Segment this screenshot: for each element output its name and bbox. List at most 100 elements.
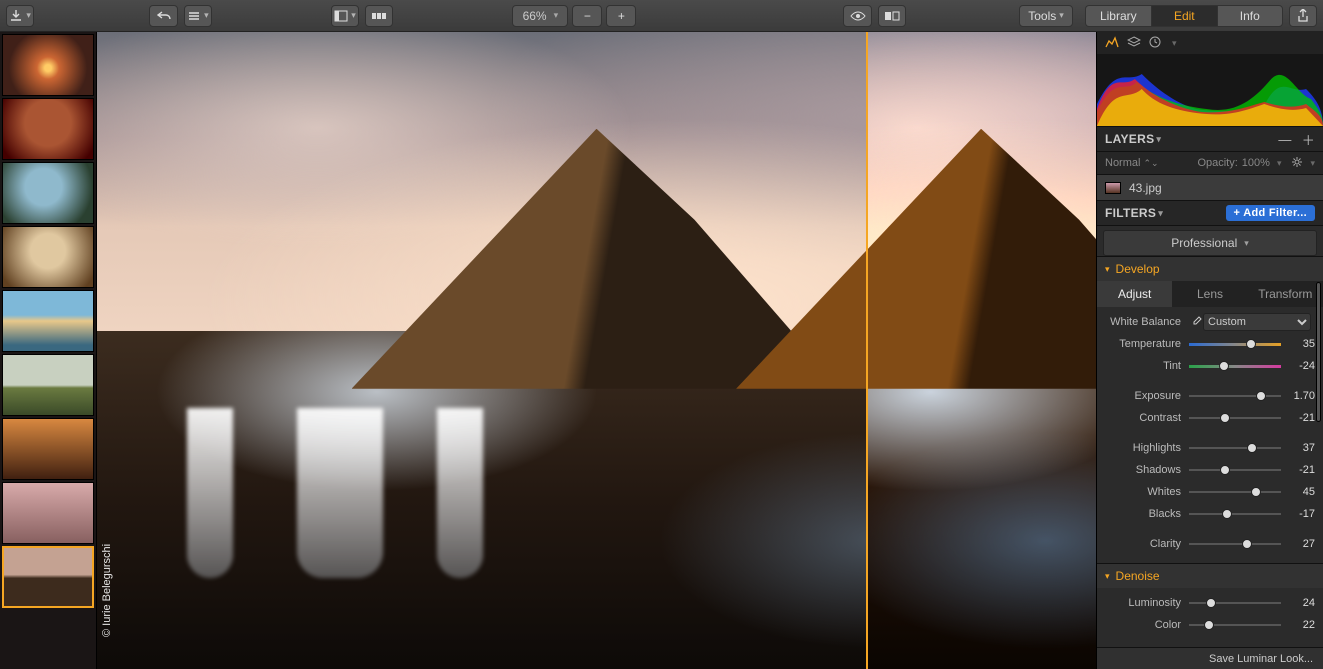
- slider-track[interactable]: [1189, 508, 1281, 520]
- preview-button[interactable]: [843, 5, 871, 27]
- filters-header[interactable]: FILTERS▾ + Add Filter...: [1097, 200, 1323, 226]
- tab-lens[interactable]: Lens: [1172, 281, 1247, 307]
- slider-label: Shadows: [1107, 464, 1189, 476]
- thumbnail-selected[interactable]: [2, 546, 94, 608]
- preset-dropdown[interactable]: Professional▾: [1103, 230, 1317, 256]
- slider-luminosity: Luminosity 24: [1097, 592, 1323, 614]
- right-panel: ▾ LAYERS▾ — ＋ Normal ⌃⌄ Opacity: 100% ▾: [1096, 32, 1323, 669]
- zoom-in-button[interactable]: +: [606, 5, 636, 27]
- slider-value: 24: [1281, 597, 1315, 609]
- filmstrip-toggle-button[interactable]: [365, 5, 393, 27]
- slider-label: Color: [1107, 619, 1189, 631]
- compare-button[interactable]: [878, 5, 906, 27]
- layer-item[interactable]: 43.jpg: [1097, 174, 1323, 200]
- denoise-header[interactable]: ▾ Denoise: [1097, 564, 1323, 588]
- slider-value: -24: [1281, 360, 1315, 372]
- image-waterfall: [187, 408, 233, 578]
- panels-toggle-button[interactable]: ▾: [331, 5, 359, 27]
- image-after-overlay: [866, 32, 1096, 669]
- tab-library[interactable]: Library: [1085, 5, 1151, 27]
- remove-layer-button[interactable]: —: [1278, 132, 1291, 147]
- share-icon: [1297, 9, 1309, 23]
- slider-track[interactable]: [1189, 597, 1281, 609]
- blend-mode-dropdown[interactable]: Normal ⌃⌄: [1105, 157, 1159, 169]
- slider-label: Tint: [1107, 360, 1189, 372]
- layers-header[interactable]: LAYERS▾ — ＋: [1097, 126, 1323, 152]
- panel-scrollbar[interactable]: [1316, 282, 1321, 652]
- thumbnail[interactable]: [2, 34, 94, 96]
- develop-title: Develop: [1116, 262, 1160, 276]
- undo-button[interactable]: [149, 5, 177, 27]
- slider-value: 35: [1281, 338, 1315, 350]
- tab-adjust[interactable]: Adjust: [1097, 281, 1172, 307]
- tab-edit[interactable]: Edit: [1151, 5, 1217, 27]
- thumbnail[interactable]: [2, 162, 94, 224]
- thumbnail[interactable]: [2, 290, 94, 352]
- slider-track[interactable]: [1189, 390, 1281, 402]
- image-viewer[interactable]: © Iurie Belegurschi: [97, 32, 1096, 669]
- wb-eyedropper-icon[interactable]: [1189, 315, 1203, 329]
- slider-temperature: Temperature 35: [1097, 333, 1323, 355]
- slider-label: Luminosity: [1107, 597, 1189, 609]
- undo-icon: [157, 10, 171, 22]
- tab-transform[interactable]: Transform: [1248, 281, 1323, 307]
- slider-label: Whites: [1107, 486, 1189, 498]
- share-button[interactable]: [1289, 5, 1317, 27]
- history-button[interactable]: ▾: [184, 5, 212, 27]
- thumbnail[interactable]: [2, 226, 94, 288]
- histogram-icon[interactable]: [1105, 36, 1119, 51]
- zoom-controls: 66%▾ − +: [512, 5, 636, 27]
- slider-track[interactable]: [1189, 486, 1281, 498]
- slider-track[interactable]: [1189, 338, 1281, 350]
- zoom-dropdown[interactable]: 66%▾: [512, 5, 568, 27]
- image-waterfall: [297, 408, 383, 578]
- slider-track[interactable]: [1189, 538, 1281, 550]
- clock-icon[interactable]: [1149, 36, 1161, 51]
- slider-highlights: Highlights 37: [1097, 437, 1323, 459]
- eye-icon: [850, 10, 866, 22]
- slider-label: Contrast: [1107, 412, 1189, 424]
- tools-dropdown[interactable]: Tools▾: [1019, 5, 1073, 27]
- import-button[interactable]: ▾: [6, 5, 34, 27]
- image-credit: © Iurie Belegurschi: [101, 544, 113, 637]
- slider-track[interactable]: [1189, 442, 1281, 454]
- zoom-out-button[interactable]: −: [572, 5, 602, 27]
- thumbnail[interactable]: [2, 482, 94, 544]
- slider-track[interactable]: [1189, 619, 1281, 631]
- chevron-down-icon: ▾: [1105, 571, 1110, 582]
- wb-mode-select[interactable]: Custom: [1203, 313, 1311, 331]
- preset-name: Professional: [1171, 236, 1237, 250]
- list-icon: [187, 10, 201, 22]
- slider-track[interactable]: [1189, 360, 1281, 372]
- tab-info[interactable]: Info: [1217, 5, 1283, 27]
- slider-value: 37: [1281, 442, 1315, 454]
- histogram-toolbar: ▾: [1097, 32, 1323, 54]
- minus-icon: −: [584, 9, 591, 23]
- filmstrip-icon: [371, 10, 387, 22]
- thumbnail[interactable]: [2, 98, 94, 160]
- thumbnail[interactable]: [2, 418, 94, 480]
- develop-header[interactable]: ▾ Develop: [1097, 257, 1323, 281]
- slider-color: Color 22: [1097, 614, 1323, 636]
- slider-tint: Tint -24: [1097, 355, 1323, 377]
- slider-label: Clarity: [1107, 538, 1189, 550]
- opacity-label: Opacity:: [1197, 157, 1237, 169]
- top-toolbar: ▾ ▾ ▾ 66%▾ − + Tools▾ Library Edit Info: [0, 0, 1323, 32]
- slider-value: 1.70: [1281, 390, 1315, 402]
- layer-gear-icon[interactable]: [1291, 156, 1303, 171]
- image-waterfall: [437, 408, 483, 578]
- layer-thumbnail-icon: [1105, 182, 1121, 194]
- slider-track[interactable]: [1189, 412, 1281, 424]
- opacity-value[interactable]: 100%: [1242, 157, 1270, 169]
- slider-track[interactable]: [1189, 464, 1281, 476]
- layers-stack-icon[interactable]: [1127, 36, 1141, 51]
- slider-value: 27: [1281, 538, 1315, 550]
- slider-clarity: Clarity 27: [1097, 533, 1323, 555]
- add-layer-button[interactable]: ＋: [1302, 130, 1315, 149]
- save-look-button[interactable]: Save Luminar Look...: [1097, 647, 1323, 669]
- filmstrip: [0, 32, 97, 669]
- compare-icon: [884, 10, 900, 22]
- thumbnail[interactable]: [2, 354, 94, 416]
- compare-slider[interactable]: [866, 32, 868, 669]
- add-filter-button[interactable]: + Add Filter...: [1226, 205, 1315, 221]
